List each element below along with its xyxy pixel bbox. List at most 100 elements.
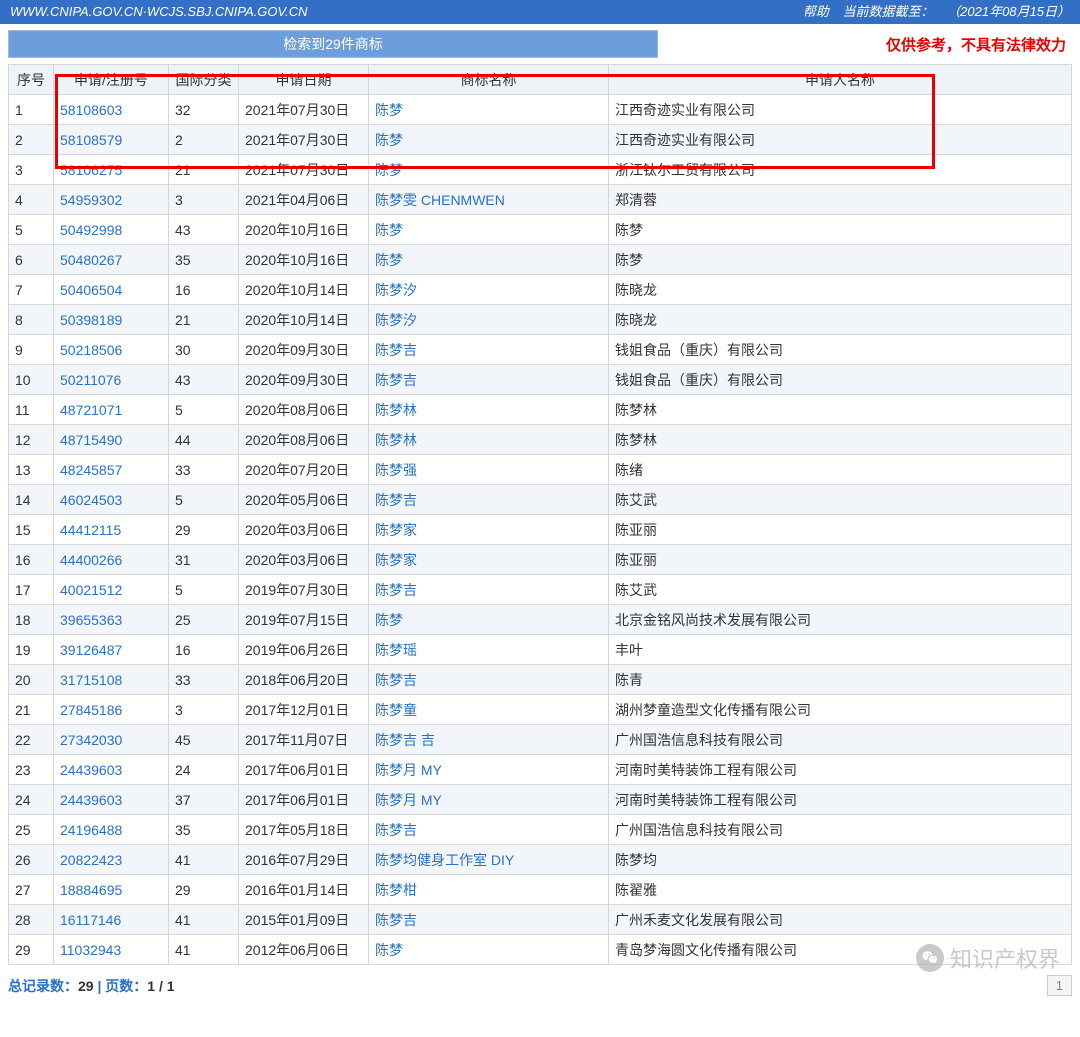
cell-reg[interactable]: 16117146: [54, 905, 169, 935]
cell-name[interactable]: 陈梦汐: [369, 305, 609, 335]
cell-reg[interactable]: 39126487: [54, 635, 169, 665]
cell-date: 2017年05月18日: [239, 815, 369, 845]
name-link: 陈梦童: [375, 702, 417, 718]
table-row: 2031715108332018年06月20日陈梦吉陈青: [9, 665, 1072, 695]
table-row: 2524196488352017年05月18日陈梦吉广州国浩信息科技有限公司: [9, 815, 1072, 845]
cell-seq: 5: [9, 215, 54, 245]
cell-reg[interactable]: 50398189: [54, 305, 169, 335]
cell-name[interactable]: 陈梦汐: [369, 275, 609, 305]
col-name-header: 商标名称: [369, 65, 609, 95]
cell-name[interactable]: 陈梦月 MY: [369, 755, 609, 785]
table-header-row: 序号 申请/注册号 国际分类 申请日期 商标名称 申请人名称: [9, 65, 1072, 95]
cell-name[interactable]: 陈梦: [369, 605, 609, 635]
cell-date: 2021年07月30日: [239, 125, 369, 155]
cell-seq: 14: [9, 485, 54, 515]
cell-name[interactable]: 陈梦: [369, 245, 609, 275]
cell-reg[interactable]: 50492998: [54, 215, 169, 245]
cell-reg[interactable]: 11032943: [54, 935, 169, 965]
cell-class: 33: [169, 455, 239, 485]
cell-reg[interactable]: 44412115: [54, 515, 169, 545]
cell-date: 2020年03月06日: [239, 545, 369, 575]
cell-name[interactable]: 陈梦家: [369, 515, 609, 545]
cell-class: 37: [169, 785, 239, 815]
cell-reg[interactable]: 50480267: [54, 245, 169, 275]
cell-name[interactable]: 陈梦吉: [369, 905, 609, 935]
cell-applicant: 钱姐食品（重庆）有限公司: [609, 365, 1072, 395]
reg-link: 27342030: [60, 732, 122, 748]
cell-name[interactable]: 陈梦月 MY: [369, 785, 609, 815]
help-link[interactable]: 帮助: [803, 4, 829, 19]
table-row: 1248715490442020年08月06日陈梦林陈梦林: [9, 425, 1072, 455]
cell-reg[interactable]: 58108603: [54, 95, 169, 125]
cell-name[interactable]: 陈梦雯 CHENMWEN: [369, 185, 609, 215]
cell-reg[interactable]: 48245857: [54, 455, 169, 485]
cell-reg[interactable]: 48715490: [54, 425, 169, 455]
cell-name[interactable]: 陈梦吉: [369, 365, 609, 395]
table-row: 212784518632017年12月01日陈梦童湖州梦童造型文化传播有限公司: [9, 695, 1072, 725]
reg-link: 24439603: [60, 762, 122, 778]
cell-reg[interactable]: 27845186: [54, 695, 169, 725]
cell-name[interactable]: 陈梦: [369, 215, 609, 245]
cell-class: 29: [169, 515, 239, 545]
cell-class: 16: [169, 635, 239, 665]
reg-link: 24196488: [60, 822, 122, 838]
cell-reg[interactable]: 20822423: [54, 845, 169, 875]
cell-seq: 23: [9, 755, 54, 785]
cell-name[interactable]: 陈梦: [369, 95, 609, 125]
cell-reg[interactable]: 44400266: [54, 545, 169, 575]
cell-reg[interactable]: 50406504: [54, 275, 169, 305]
cell-reg[interactable]: 46024503: [54, 485, 169, 515]
cell-seq: 9: [9, 335, 54, 365]
cell-reg[interactable]: 18884695: [54, 875, 169, 905]
cell-applicant: 广州国浩信息科技有限公司: [609, 815, 1072, 845]
page-indicator[interactable]: 1: [1047, 975, 1072, 996]
cell-name[interactable]: 陈梦家: [369, 545, 609, 575]
name-link: 陈梦瑶: [375, 642, 417, 658]
cell-seq: 7: [9, 275, 54, 305]
cell-applicant: 河南时美特装饰工程有限公司: [609, 755, 1072, 785]
cell-reg[interactable]: 58108579: [54, 125, 169, 155]
cell-seq: 29: [9, 935, 54, 965]
cell-reg[interactable]: 31715108: [54, 665, 169, 695]
reg-link: 20822423: [60, 852, 122, 868]
reg-link: 39655363: [60, 612, 122, 628]
name-link: 陈梦吉 吉: [375, 732, 435, 748]
cell-name[interactable]: 陈梦: [369, 935, 609, 965]
cell-reg[interactable]: 24439603: [54, 785, 169, 815]
cell-reg[interactable]: 40021512: [54, 575, 169, 605]
cell-reg[interactable]: 48721071: [54, 395, 169, 425]
cell-reg[interactable]: 50211076: [54, 365, 169, 395]
cell-reg[interactable]: 27342030: [54, 725, 169, 755]
cell-applicant: 陈青: [609, 665, 1072, 695]
cell-name[interactable]: 陈梦: [369, 125, 609, 155]
cell-reg[interactable]: 24196488: [54, 815, 169, 845]
cell-name[interactable]: 陈梦吉: [369, 485, 609, 515]
cell-name[interactable]: 陈梦强: [369, 455, 609, 485]
reg-link: 50211076: [60, 372, 121, 388]
table-row: 158108603322021年07月30日陈梦江西奇迹实业有限公司: [9, 95, 1072, 125]
cell-name[interactable]: 陈梦童: [369, 695, 609, 725]
cell-name[interactable]: 陈梦均健身工作室 DIY: [369, 845, 609, 875]
cell-name[interactable]: 陈梦瑶: [369, 635, 609, 665]
cell-name[interactable]: 陈梦吉: [369, 575, 609, 605]
cell-reg[interactable]: 50218506: [54, 335, 169, 365]
cell-name[interactable]: 陈梦柑: [369, 875, 609, 905]
cell-name[interactable]: 陈梦吉: [369, 335, 609, 365]
col-seq-header: 序号: [9, 65, 54, 95]
cell-name[interactable]: 陈梦林: [369, 425, 609, 455]
cell-reg[interactable]: 39655363: [54, 605, 169, 635]
search-summary: 检索到29件商标: [8, 30, 658, 58]
cell-name[interactable]: 陈梦吉 吉: [369, 725, 609, 755]
cell-name[interactable]: 陈梦林: [369, 395, 609, 425]
name-link: 陈梦雯 CHENMWEN: [375, 192, 505, 208]
cell-date: 2019年07月15日: [239, 605, 369, 635]
cell-reg[interactable]: 54959302: [54, 185, 169, 215]
cell-reg[interactable]: 58106275: [54, 155, 169, 185]
name-link: 陈梦吉: [375, 822, 417, 838]
cell-reg[interactable]: 24439603: [54, 755, 169, 785]
name-link: 陈梦: [375, 612, 403, 628]
cell-name[interactable]: 陈梦吉: [369, 815, 609, 845]
cell-name[interactable]: 陈梦吉: [369, 665, 609, 695]
cell-name[interactable]: 陈梦: [369, 155, 609, 185]
cell-class: 41: [169, 845, 239, 875]
